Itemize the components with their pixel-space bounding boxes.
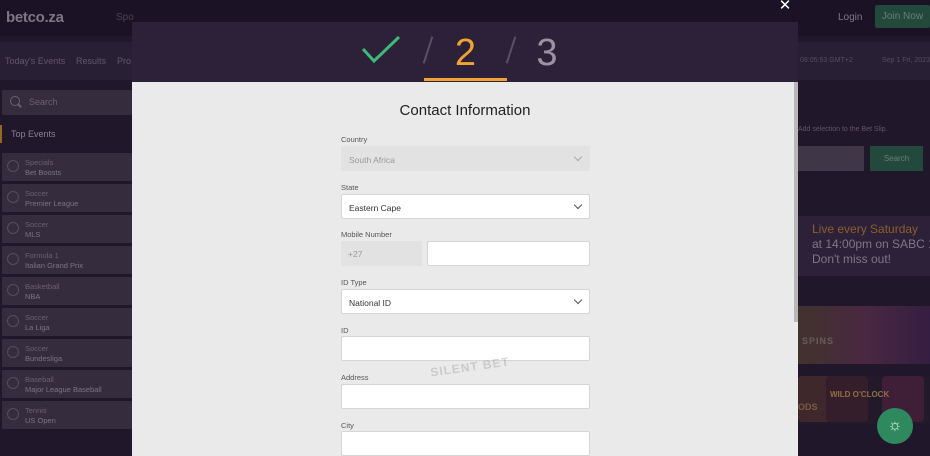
chat-button[interactable]: ☼ — [877, 408, 913, 444]
step-2: 2 — [454, 32, 477, 74]
step-1-check-icon — [361, 35, 401, 64]
mobile-prefix-value: +27 — [348, 249, 363, 259]
state-select[interactable]: Eastern Cape — [341, 194, 590, 219]
id-type-label: ID Type — [341, 278, 367, 287]
mobile-label: Mobile Number — [341, 230, 392, 239]
address-input[interactable] — [341, 384, 590, 409]
step-3: 3 — [536, 32, 558, 74]
mobile-prefix: +27 — [341, 241, 422, 266]
chat-icon: ☼ — [887, 417, 903, 434]
form-title: Contact Information — [399, 102, 531, 119]
city-label: City — [341, 421, 354, 430]
mobile-number-input[interactable] — [427, 241, 590, 266]
state-value: Eastern Cape — [349, 203, 401, 213]
id-type-select[interactable]: National ID — [341, 289, 590, 314]
country-value: South Africa — [349, 155, 395, 165]
address-label: Address — [341, 373, 369, 382]
step-indicator: 2 3 — [132, 22, 798, 82]
chevron-down-icon — [573, 200, 583, 210]
id-type-value: National ID — [349, 298, 392, 308]
step-separator — [505, 36, 517, 64]
id-input[interactable] — [341, 336, 590, 361]
chevron-down-icon — [573, 152, 583, 162]
active-step-underline — [424, 78, 507, 81]
country-select: South Africa — [341, 146, 590, 171]
close-icon[interactable]: ✕ — [776, 0, 794, 14]
chevron-down-icon — [573, 295, 583, 305]
city-input[interactable] — [341, 431, 590, 456]
country-label: Country — [341, 135, 368, 144]
registration-modal: 2 3 Contact Information Country South Af… — [132, 22, 798, 456]
id-label: ID — [341, 326, 349, 335]
state-label: State — [341, 183, 359, 192]
